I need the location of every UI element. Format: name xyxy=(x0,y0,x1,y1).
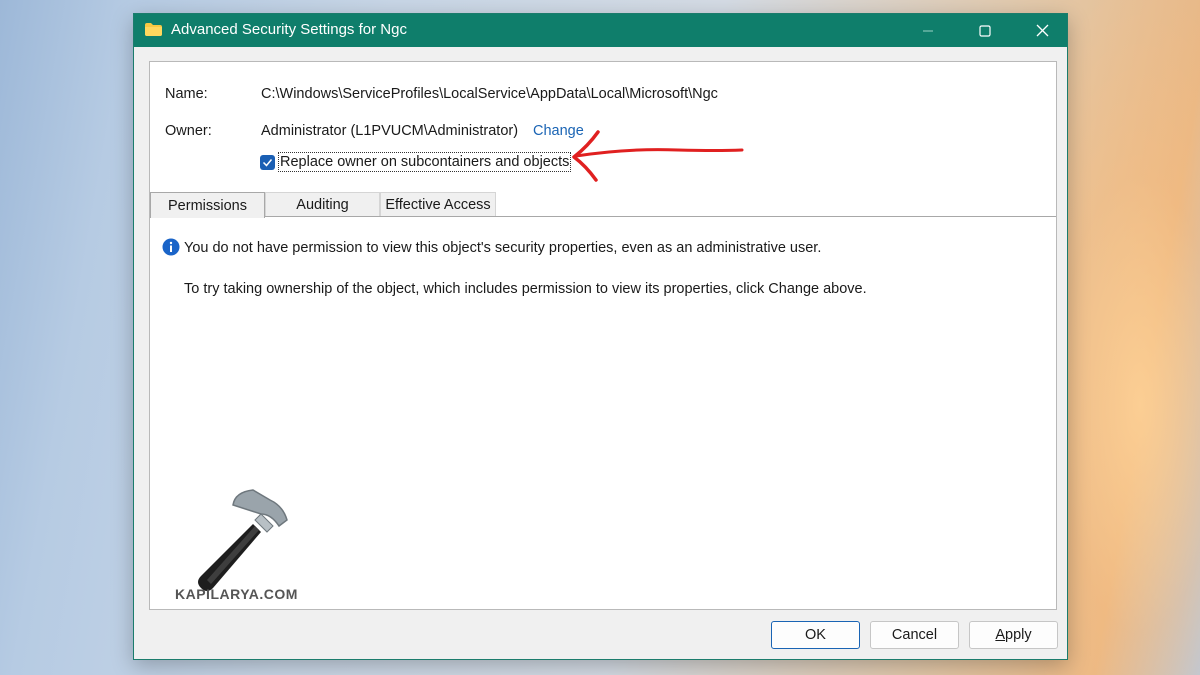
tab-permissions[interactable]: Permissions xyxy=(150,192,265,218)
checkmark-icon xyxy=(262,159,273,167)
window-title: Advanced Security Settings for Ngc xyxy=(171,21,407,38)
minimize-button[interactable] xyxy=(905,14,951,47)
maximize-icon xyxy=(979,24,991,37)
tab-auditing[interactable]: Auditing xyxy=(265,192,380,216)
apply-button[interactable]: Apply xyxy=(969,621,1058,649)
replace-owner-checkbox[interactable] xyxy=(260,155,275,170)
tab-effective-access[interactable]: Effective Access xyxy=(380,192,496,216)
owner-label: Owner: xyxy=(165,123,212,139)
close-button[interactable] xyxy=(1019,14,1065,47)
info-icon xyxy=(162,238,180,256)
minimize-icon xyxy=(923,30,933,31)
owner-value: Administrator (L1PVUCM\Administrator) xyxy=(261,123,519,139)
apply-label-rest: pply xyxy=(1005,627,1032,643)
tab-strip: Permissions Auditing Effective Access xyxy=(150,192,1056,218)
watermark-text: KAPILARYA.COM xyxy=(175,586,298,602)
red-arrow-annotation xyxy=(572,130,744,182)
maximize-button[interactable] xyxy=(962,14,1008,47)
close-icon xyxy=(1036,24,1048,37)
ok-button[interactable]: OK xyxy=(771,621,860,649)
ownership-hint: To try taking ownership of the object, w… xyxy=(184,281,867,297)
info-message: You do not have permission to view this … xyxy=(184,240,822,256)
replace-owner-label[interactable]: Replace owner on subcontainers and objec… xyxy=(278,152,572,172)
title-bar[interactable]: Advanced Security Settings for Ngc xyxy=(134,14,1067,47)
folder-icon xyxy=(145,23,162,36)
cancel-button[interactable]: Cancel xyxy=(870,621,959,649)
name-label: Name: xyxy=(165,86,208,102)
apply-accesskey: A xyxy=(995,627,1006,643)
advanced-security-dialog: Advanced Security Settings for Ngc Name:… xyxy=(133,13,1068,660)
name-value: C:\Windows\ServiceProfiles\LocalService\… xyxy=(261,86,718,102)
